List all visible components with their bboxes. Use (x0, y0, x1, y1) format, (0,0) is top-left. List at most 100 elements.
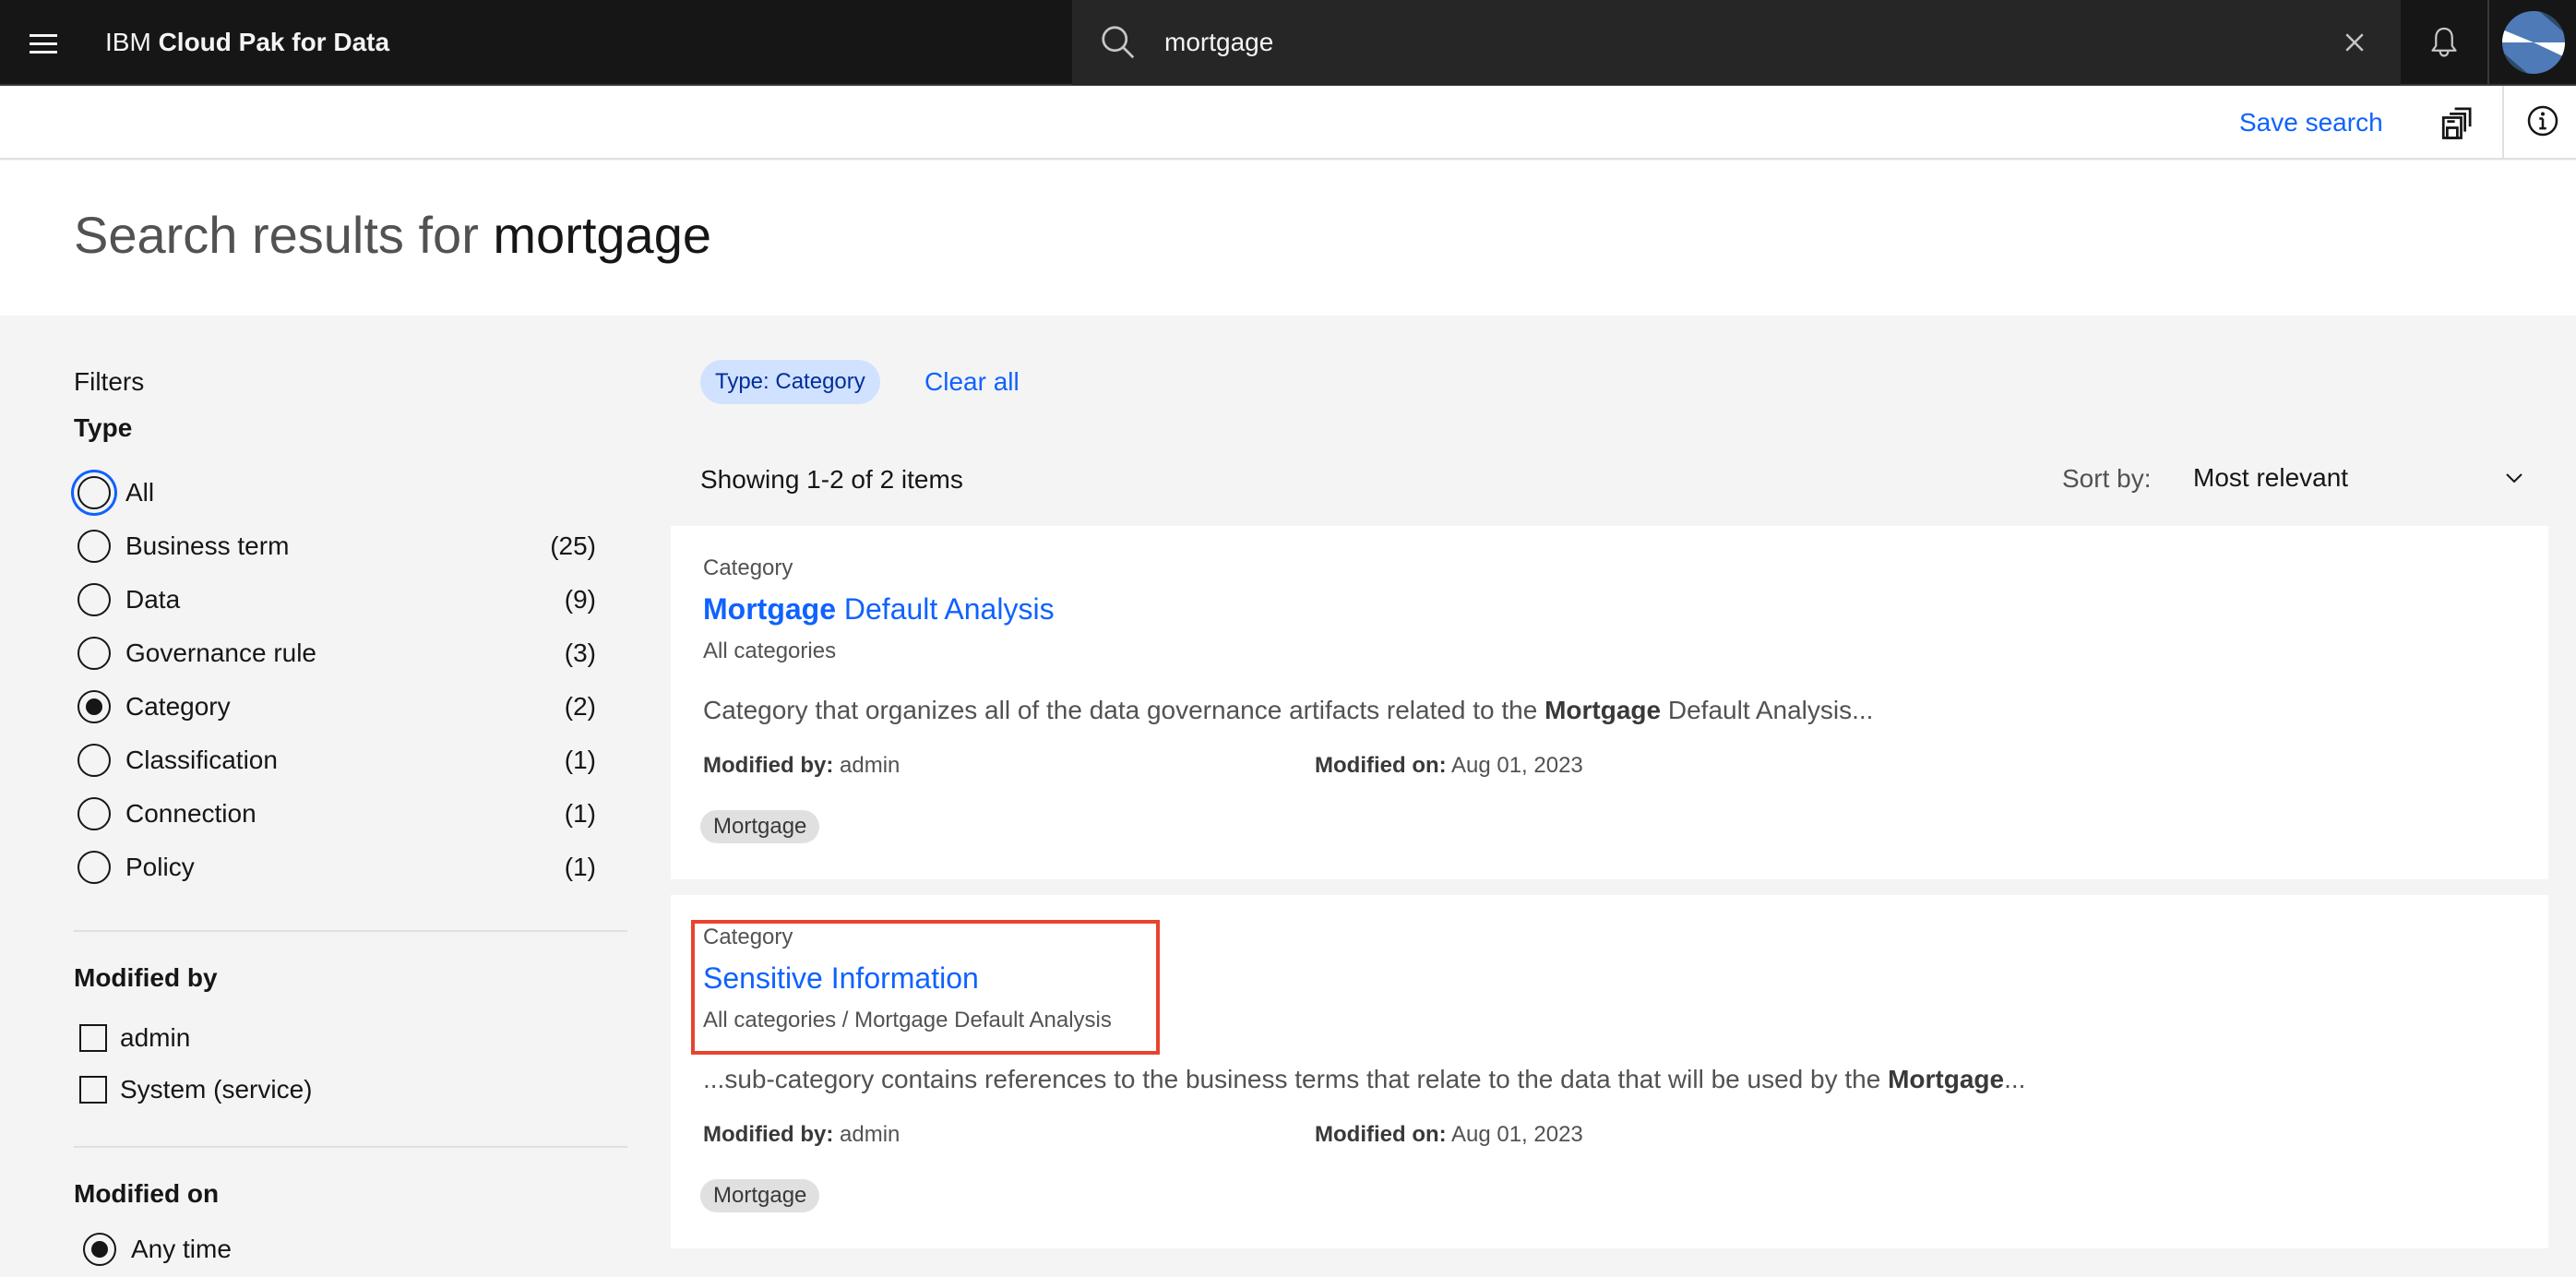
radio-button[interactable] (78, 851, 111, 884)
type-option-policy[interactable]: Policy (1) (74, 841, 627, 894)
result-card[interactable]: Category Sensitive Information All categ… (671, 895, 2548, 1248)
type-option-business-term[interactable]: Business term (25) (74, 519, 627, 573)
result-description: Category that organizes all of the data … (703, 696, 1873, 725)
filter-divider (74, 1146, 627, 1148)
avatar[interactable] (2502, 11, 2565, 74)
radio-button[interactable] (78, 797, 111, 830)
radio-button[interactable] (78, 583, 111, 616)
radio-button[interactable] (78, 530, 111, 563)
result-count: (1) (564, 799, 596, 828)
results-count-text: Showing 1-2 of 2 items (700, 465, 963, 494)
save-search-button[interactable]: Save search (2239, 86, 2383, 160)
active-filter-chip[interactable]: Type: Category (700, 360, 880, 404)
radio-button[interactable] (78, 476, 111, 509)
product-brand: IBM Cloud Pak for Data (105, 0, 389, 85)
type-filter-heading: Type (74, 413, 133, 442)
modified-on-label: Modified on: (1315, 1122, 1447, 1147)
radio-button[interactable] (78, 637, 111, 670)
title-rest: Sensitive Information (703, 961, 979, 995)
type-option-governance-rule[interactable]: Governance rule (3) (74, 627, 627, 680)
result-description: ...sub-category contains references to t… (703, 1065, 2025, 1094)
modified-by-option-system[interactable]: System (service) (74, 1064, 312, 1116)
radio-button[interactable] (78, 744, 111, 777)
result-title-link[interactable]: Sensitive Information (703, 961, 979, 996)
brand-name: Cloud Pak for Data (158, 28, 390, 56)
desc-text: Default Analysis... (1661, 696, 1874, 724)
result-path: All categories / Mortgage Default Analys… (703, 1008, 1112, 1032)
result-title-link[interactable]: Mortgage Default Analysis (703, 592, 1055, 627)
radio-label: Any time (131, 1235, 232, 1263)
filter-divider (74, 930, 627, 932)
radio-button-selected[interactable] (78, 690, 111, 723)
desc-match: Mortgage (1544, 696, 1662, 724)
result-type: Category (703, 555, 793, 580)
result-count: (1) (564, 746, 596, 774)
modified-on-option-any-time[interactable]: Any time (74, 1223, 232, 1275)
modified-by-label: Modified by: (703, 1122, 834, 1147)
sort-by-dropdown[interactable]: Most relevant (2184, 450, 2544, 506)
desc-text: Category that organizes all of the data … (703, 696, 1545, 724)
radio-label: Governance rule (125, 638, 317, 667)
top-navigation-bar: IBM Cloud Pak for Data (0, 0, 2576, 86)
page-title-query: mortgage (493, 206, 711, 264)
result-tag[interactable]: Mortgage (700, 1179, 820, 1212)
sort-by-label: Sort by: (2062, 464, 2152, 493)
result-count: (1) (564, 853, 596, 881)
modified-by: Modified by: admin (703, 1122, 900, 1148)
checkbox[interactable] (79, 1076, 107, 1104)
checkbox-label: System (service) (120, 1075, 313, 1104)
desc-text: ... (2004, 1065, 2026, 1093)
clear-all-filters-link[interactable]: Clear all (924, 360, 1020, 404)
radio-label: Classification (125, 746, 278, 774)
avatar-icon (2502, 11, 2565, 74)
radio-label: Connection (125, 799, 256, 828)
radio-button-selected[interactable] (83, 1233, 116, 1266)
type-option-category[interactable]: Category (2) (74, 680, 627, 734)
radio-label: Data (125, 585, 181, 614)
modified-on: Modified on: Aug 01, 2023 (1315, 1122, 1583, 1148)
radio-label: Category (125, 692, 231, 721)
result-count: (2) (564, 692, 596, 721)
type-option-data[interactable]: Data (9) (74, 573, 627, 627)
modified-by-option-admin[interactable]: admin (74, 1012, 190, 1064)
result-tag[interactable]: Mortgage (700, 810, 820, 843)
page-title: Search results for mortgage (74, 205, 711, 265)
checkbox-label: admin (120, 1023, 191, 1052)
result-card[interactable]: Category Mortgage Default Analysis All c… (671, 526, 2548, 879)
modified-on-heading: Modified on (74, 1179, 220, 1208)
checkbox[interactable] (79, 1024, 107, 1052)
modified-on-value: Aug 01, 2023 (1450, 753, 1583, 778)
modified-on: Modified on: Aug 01, 2023 (1315, 753, 1583, 779)
type-option-all[interactable]: All (74, 466, 627, 519)
sort-by-value: Most relevant (2193, 463, 2349, 492)
type-option-connection[interactable]: Connection (1) (74, 787, 627, 841)
modified-by-heading: Modified by (74, 963, 218, 992)
desc-match: Mortgage (1888, 1065, 2005, 1093)
hamburger-menu-icon[interactable] (20, 20, 66, 66)
type-filter-group: All Business term (25) Data (9) Governance… (74, 466, 627, 894)
radio-label: Policy (125, 853, 195, 881)
close-icon[interactable] (2336, 24, 2373, 61)
chevron-down-icon (2506, 473, 2522, 483)
page-header: Search results for mortgage (0, 161, 2576, 316)
info-icon[interactable] (2524, 102, 2561, 139)
desc-text: ...sub-category contains references to t… (703, 1065, 1889, 1093)
radio-label: Business term (125, 531, 290, 560)
radio-label: All (125, 478, 155, 507)
saved-searches-icon[interactable] (2436, 102, 2476, 143)
brand-prefix: IBM (105, 28, 151, 56)
modified-on-value: Aug 01, 2023 (1450, 1122, 1583, 1147)
result-count: (9) (564, 585, 596, 614)
modified-on-label: Modified on: (1315, 753, 1447, 778)
result-path: All categories (703, 638, 837, 663)
notifications-button[interactable] (2401, 0, 2489, 85)
search-icon (1102, 26, 1135, 59)
filters-heading: Filters (74, 367, 145, 396)
modified-by-value: admin (840, 753, 900, 778)
toolbar-divider (2502, 86, 2504, 160)
type-option-classification[interactable]: Classification (1) (74, 734, 627, 787)
modified-by-value: admin (840, 1122, 900, 1147)
global-search (1072, 0, 2401, 85)
result-count: (25) (550, 531, 596, 560)
search-input[interactable] (1164, 0, 2272, 85)
